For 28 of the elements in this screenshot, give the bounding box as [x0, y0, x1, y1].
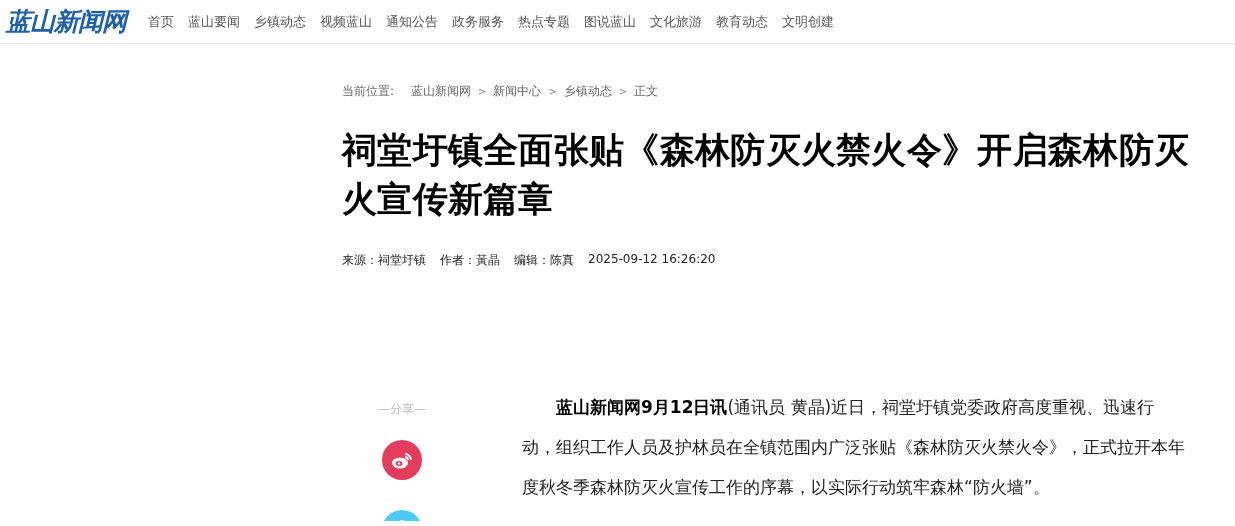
breadcrumb-separator: > [548, 85, 557, 97]
article-meta: 来源：祠堂圩镇 [342, 252, 426, 269]
nav-link[interactable]: 蓝山要闻 [188, 12, 240, 31]
nav-link[interactable]: 文明创建 [782, 12, 834, 31]
nav-link[interactable]: 文化旅游 [650, 12, 702, 31]
article-meta: 编辑：陈真 [514, 252, 574, 269]
article-title: 祠堂圩镇全面张贴《森林防灭火禁火令》开启森林防灭火宣传新篇章 [342, 129, 1191, 221]
breadcrumb-link[interactable]: 乡镇动态 [563, 82, 612, 100]
share-label: —分享— [378, 401, 426, 418]
nav-link[interactable]: 教育动态 [716, 12, 768, 31]
breadcrumb-link[interactable]: 正文 [634, 82, 659, 100]
article-paragraph: 蓝山新闻网9月12日讯(通讯员 黄晶)近日，祠堂圩镇党委政府高度重视、迅速行动，组织工作人员及护林员在全镇范围内广泛张贴《森林防灭火禁火令》，正式拉开本年度秋冬季森林防灭火宣传工作的序幕，以实际行动筑牢森林“防火墙”。 [522, 396, 1186, 499]
nav-link[interactable]: 通知公告 [386, 12, 438, 31]
nav-link[interactable]: 乡镇动态 [254, 12, 306, 31]
article-meta: 2025-09-12 16:26:20 [588, 252, 716, 268]
nav-link[interactable]: 热点专题 [518, 12, 570, 31]
breadcrumb-link[interactable]: 新闻中心 [493, 82, 542, 100]
breadcrumb-label: 当前位置: [342, 82, 395, 100]
article-meta: 作者：黃晶 [440, 252, 500, 269]
breadcrumb-separator: > [618, 85, 628, 97]
breadcrumb-separator: > [478, 85, 487, 97]
breadcrumb-link[interactable]: 蓝山新闻网 [411, 82, 472, 100]
nav-link[interactable]: 视频蓝山 [320, 12, 372, 31]
nav-link[interactable]: 首页 [148, 12, 174, 31]
weibo-icon [391, 451, 413, 469]
nav-link[interactable]: 政务服务 [452, 12, 504, 31]
weibo-share-button[interactable] [382, 440, 422, 480]
nav-link[interactable]: 图说蓝山 [584, 12, 636, 31]
